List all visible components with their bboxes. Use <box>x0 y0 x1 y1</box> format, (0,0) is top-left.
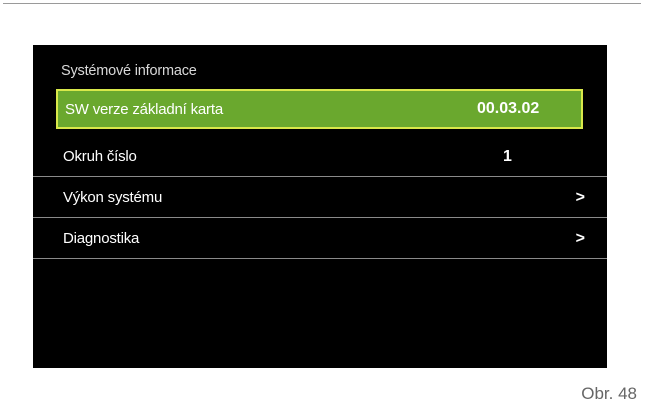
row-label: SW verze základní karta <box>65 100 223 118</box>
device-screen: Systémové informace SW verze základní ka… <box>33 45 607 368</box>
menu-row-system-power[interactable]: Výkon systému > <box>33 178 607 218</box>
screen-title: Systémové informace <box>61 63 197 79</box>
row-value: 00.03.02 <box>477 100 540 117</box>
menu-row-sw-version[interactable]: SW verze základní karta 00.03.02 <box>56 89 583 129</box>
row-label: Diagnostika <box>63 230 140 247</box>
chevron-right-icon: > <box>575 229 585 247</box>
row-label: Okruh číslo <box>63 148 137 165</box>
menu-row-circuit-number[interactable]: Okruh číslo 1 <box>33 137 607 177</box>
row-label: Výkon systému <box>63 189 163 206</box>
top-rule <box>3 3 641 4</box>
menu-row-diagnostics[interactable]: Diagnostika > <box>33 219 607 259</box>
row-value: 1 <box>503 147 512 165</box>
chevron-right-icon: > <box>575 188 585 206</box>
figure-caption: Obr. 48 <box>581 384 637 403</box>
